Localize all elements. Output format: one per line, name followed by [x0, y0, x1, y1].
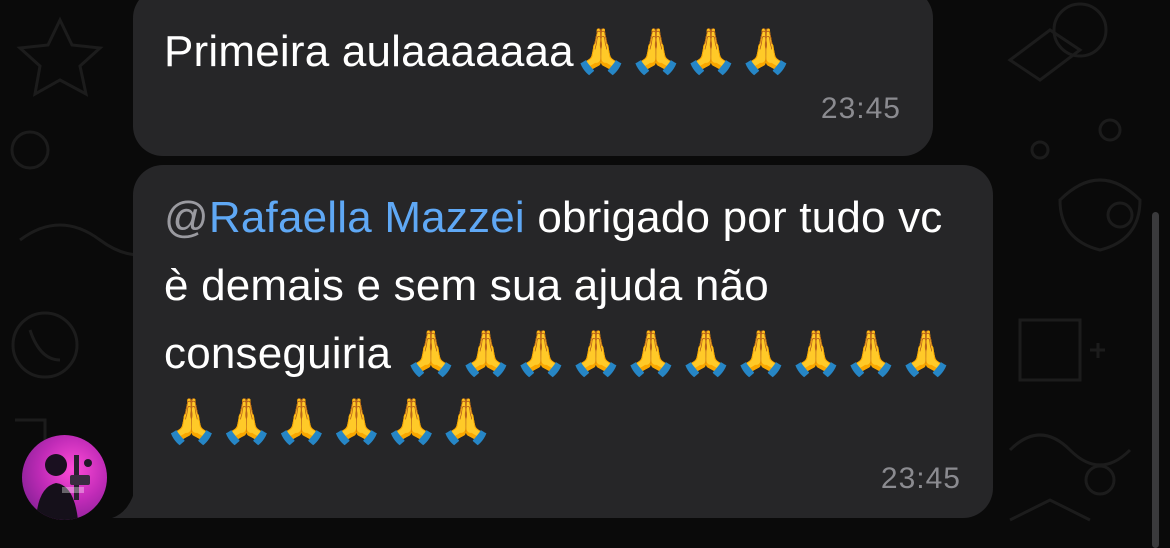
message-bubble[interactable]: @Rafaella Mazzei obrigado por tudo vc è … — [133, 165, 993, 518]
mention-at-sign: @ — [164, 193, 209, 242]
message-timestamp: 23:45 — [880, 462, 961, 495]
chat-view: Primeira aulaaaaaaa🙏🙏🙏🙏 23:45 @Rafaella … — [0, 0, 1170, 548]
avatar-person-icon — [36, 454, 92, 520]
message-text: Primeira aulaaaaaaa🙏🙏🙏🙏 — [164, 27, 794, 76]
mention-link[interactable]: Rafaella Mazzei — [209, 193, 525, 242]
chat-scrollbar[interactable] — [1152, 212, 1159, 548]
message-timestamp: 23:45 — [820, 92, 901, 125]
sender-avatar[interactable] — [22, 435, 107, 520]
message-bubble[interactable]: Primeira aulaaaaaaa🙏🙏🙏🙏 23:45 — [133, 0, 933, 156]
message-text: @Rafaella Mazzei obrigado por tudo vc è … — [164, 184, 964, 456]
